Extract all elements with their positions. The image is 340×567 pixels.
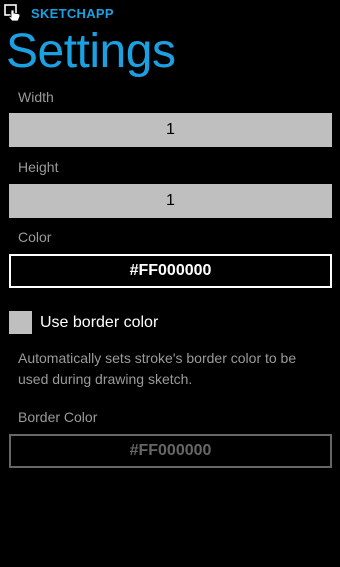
color-input[interactable]: #FF000000 [9,254,332,288]
width-label: Width [18,89,54,105]
page-title: Settings [6,25,176,78]
height-label: Height [18,159,59,175]
color-label: Color [18,229,52,245]
use-border-color-label[interactable]: Use border color [40,314,158,332]
border-color-input: #FF000000 [9,434,332,468]
width-input[interactable]: 1 [9,113,332,147]
border-color-label: Border Color [18,409,98,425]
height-input[interactable]: 1 [9,184,332,218]
app-header: SKETCHAPP [4,4,114,22]
use-border-color-checkbox[interactable]: Use border color [9,311,158,334]
border-color-description: Automatically sets stroke's border color… [18,350,297,387]
checkbox-box[interactable] [9,311,32,334]
app-title: SKETCHAPP [31,5,114,21]
touch-pointer-icon [4,4,22,22]
